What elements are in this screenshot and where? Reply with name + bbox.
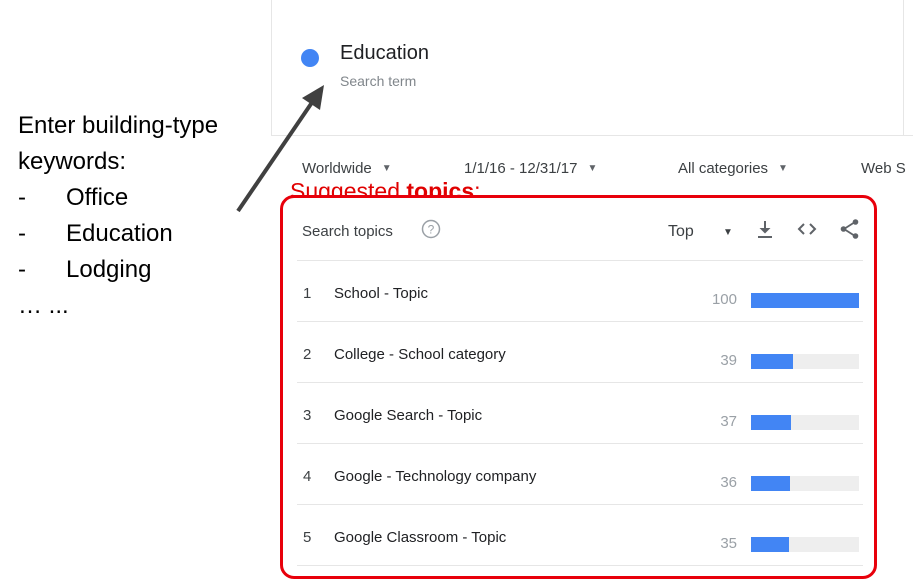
score-bar-fill [751,537,789,552]
annotation-text: Enter building-type keywords: - Office -… [18,108,218,324]
table-row[interactable]: 2 College - School category 39 [297,321,863,382]
search-type-filter[interactable]: Web S [861,160,906,177]
row-topic[interactable]: Google Search - Topic [334,407,482,424]
score-bar-track [751,537,859,552]
annotation-item-label: Education [66,220,173,247]
row-rank: 3 [303,407,312,424]
table-row[interactable]: 3 Google Search - Topic 37 [297,382,863,443]
row-value: 37 [720,413,737,430]
panel-title: Search topics [302,223,393,240]
download-icon[interactable] [754,218,776,240]
row-topic[interactable]: Google Classroom - Topic [334,529,506,546]
embed-icon[interactable] [796,218,818,240]
chevron-down-icon[interactable]: ▼ [723,227,733,238]
table-row[interactable]: 1 School - Topic 100 [297,260,863,321]
annotation-item-label: Lodging [66,256,152,283]
annotation-dash: - [18,256,26,283]
annotation-item-label: Office [66,184,129,211]
row-value: 100 [711,291,737,308]
category-filter-label: All categories [678,160,769,177]
table-row[interactable]: 5 Google Classroom - Topic 35 [297,504,863,566]
search-type-label: Web S [861,160,906,177]
row-topic[interactable]: School - Topic [334,285,428,302]
row-value: 39 [720,352,737,369]
score-bar-track [751,354,859,369]
chevron-down-icon: ▼ [587,163,598,174]
annotation-ellipsis: … ... [18,292,69,319]
annotation-item: - Office [18,180,218,216]
score-bar-fill [751,415,791,430]
panel-header: Search topics ? Top ▼ [283,198,874,260]
annotation-dash: - [18,184,26,211]
card-divider [903,0,904,135]
annotation-item: - Lodging [18,252,218,288]
table-row[interactable]: 4 Google - Technology company 36 [297,443,863,504]
annotation-heading-line1: Enter building-type [18,112,219,139]
annotation-dash: - [18,220,26,247]
share-icon[interactable] [839,218,861,240]
row-value: 36 [720,474,737,491]
score-bar-fill [751,476,790,491]
score-bar-track [751,415,859,430]
score-bar-track [751,476,859,491]
help-icon[interactable]: ? [421,219,441,239]
row-rank: 2 [303,346,312,363]
score-bar-fill [751,293,859,308]
annotation-heading-line2: keywords: [18,148,127,175]
region-filter-label: Worldwide [302,160,372,177]
row-topic[interactable]: Google - Technology company [334,468,536,485]
score-bar-track [751,293,859,308]
row-topic[interactable]: College - School category [334,346,506,363]
chevron-down-icon: ▼ [381,163,392,174]
annotation-item: - Education [18,216,218,252]
date-range-filter[interactable]: 1/1/16 - 12/31/17 ▼ [464,160,597,177]
row-rank: 1 [303,285,312,302]
search-term-subtitle: Search term [340,73,417,89]
search-term-card: Education Search term [271,0,913,136]
chevron-down-icon: ▼ [778,163,788,174]
search-term-name[interactable]: Education [340,42,429,65]
row-value: 35 [720,535,737,552]
topics-list: 1 School - Topic 100 2 College - School … [297,260,863,566]
svg-text:?: ? [428,223,435,237]
term-color-dot [301,49,319,67]
region-filter[interactable]: Worldwide ▼ [302,160,392,177]
row-rank: 5 [303,529,312,546]
row-rank: 4 [303,468,312,485]
date-range-label: 1/1/16 - 12/31/17 [464,160,578,177]
sort-dropdown[interactable]: Top [668,223,694,241]
search-topics-panel: Search topics ? Top ▼ 1 School - Topic 1… [280,195,877,579]
category-filter[interactable]: All categories ▼ [678,160,788,177]
score-bar-fill [751,354,794,369]
